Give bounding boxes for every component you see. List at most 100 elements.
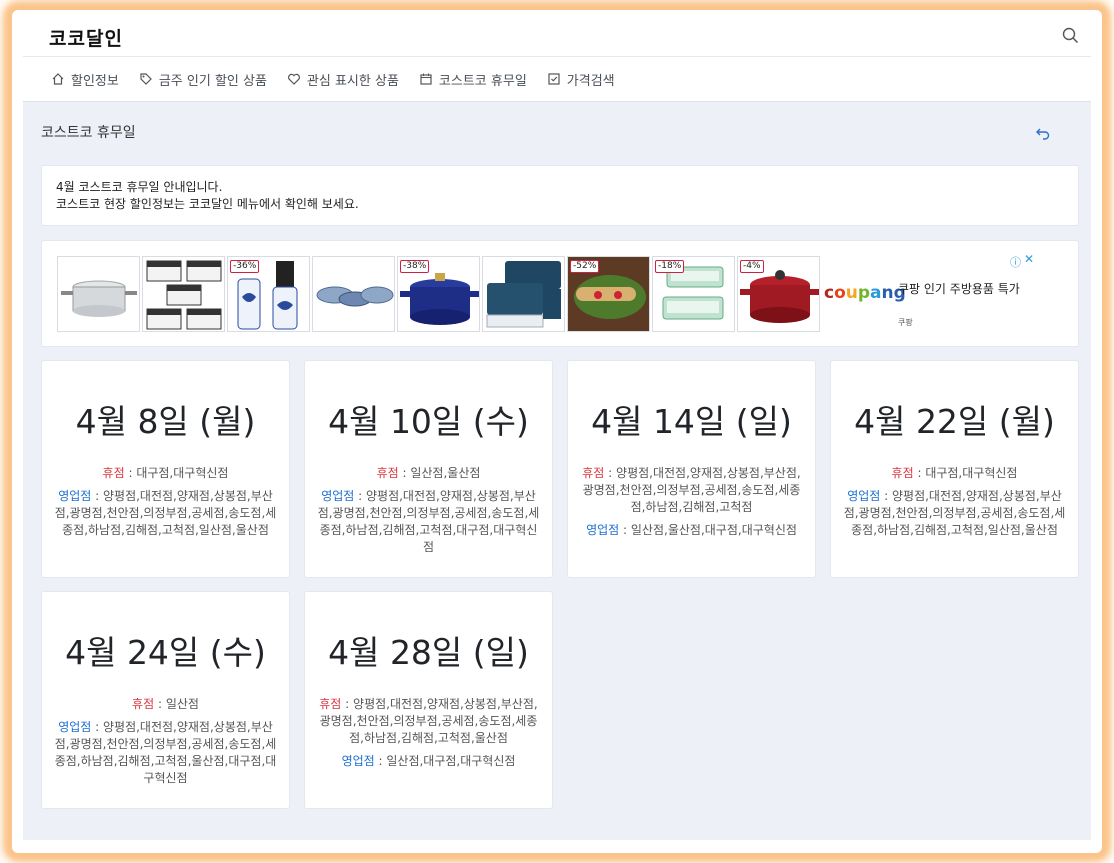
closed-list: 양평점,대전점,양재점,상봉점,부산점,광명점,천안점,의정부점,공세점,송도점…: [582, 466, 801, 514]
separator: :: [880, 489, 892, 503]
page-title: 코스트코 휴무일: [41, 125, 136, 141]
open-label: 영업점: [341, 754, 375, 768]
closed-label: 휴점: [582, 466, 605, 480]
discount-badge: -38%: [400, 260, 430, 273]
holiday-card: 4월 10일 (수) 휴점 : 일산점,울산점 영업점 : 양평점,대전점,양재…: [304, 360, 553, 578]
separator: :: [91, 720, 103, 734]
discount-badge: -36%: [230, 260, 260, 273]
ad-close-icon[interactable]: ✕: [1024, 252, 1034, 266]
closed-list: 일산점: [165, 697, 199, 711]
closed-label: 휴점: [132, 697, 155, 711]
open-label: 영업점: [847, 489, 881, 503]
closed-stores: 휴점 : 일산점: [42, 696, 289, 713]
ad-product-navy-bins[interactable]: [482, 256, 565, 332]
ad-product-food-platter[interactable]: -52%: [567, 256, 650, 332]
search-icon[interactable]: [1061, 26, 1081, 46]
holiday-card: 4월 22일 (월) 휴점 : 대구점,대구혁신점 영업점 : 양평점,대전점,…: [830, 360, 1079, 578]
nav-item-price-search[interactable]: 가격검색: [547, 70, 615, 89]
logo[interactable]: 코코달인: [49, 24, 123, 51]
nav-item-favorites[interactable]: 관심 표시한 상품: [287, 70, 399, 89]
home-icon: [52, 73, 64, 85]
closed-list: 양평점,대전점,양재점,상봉점,부산점,광명점,천안점,의정부점,공세점,송도점…: [319, 697, 538, 745]
separator: :: [604, 466, 617, 480]
open-stores: 영업점 : 양평점,대전점,양재점,상봉점,부산점,광명점,천안점,의정부점,공…: [42, 719, 289, 787]
separator: :: [374, 754, 387, 768]
closed-stores: 휴점 : 일산점,울산점: [305, 465, 552, 482]
holiday-date: 4월 28일 (일): [328, 633, 529, 672]
heart-icon: [287, 73, 300, 85]
separator: :: [913, 466, 926, 480]
separator: :: [124, 466, 137, 480]
holiday-card: 4월 24일 (수) 휴점 : 일산점 영업점 : 양평점,대전점,양재점,상봉…: [41, 591, 290, 809]
notice-line-2: 코스트코 현장 할인정보는 코코달인 메뉴에서 확인해 보세요.: [56, 197, 359, 211]
open-stores: 영업점 : 양평점,대전점,양재점,상봉점,부산점,광명점,천안점,의정부점,공…: [42, 488, 289, 539]
open-label: 영업점: [58, 489, 92, 503]
ad-headline[interactable]: 쿠팡 인기 주방용품 특가: [898, 280, 1020, 297]
closed-label: 휴점: [319, 697, 342, 711]
ad-info-icon[interactable]: ⓘ: [1010, 254, 1021, 270]
separator: :: [341, 697, 354, 711]
main-nav: 할인정보 금주 인기 할인 상품 관심 표시한 상품 코스트코 휴무일 가격검색: [23, 56, 1091, 102]
holiday-card: 4월 28일 (일) 휴점 : 양평점,대전점,양재점,상봉점,부산점,광명점,…: [304, 591, 553, 809]
checkbox-icon: [548, 73, 560, 85]
separator: :: [619, 523, 631, 537]
open-stores: 영업점 : 일산점,울산점,대구점,대구혁신점: [568, 522, 815, 539]
separator: :: [398, 466, 411, 480]
closed-stores: 휴점 : 양평점,대전점,양재점,상봉점,부산점,광명점,천안점,의정부점,공세…: [305, 696, 552, 747]
discount-badge: -52%: [570, 260, 600, 273]
tag-icon: [140, 73, 152, 85]
ad-sub: 쿠팡: [898, 318, 913, 327]
open-list: 일산점,대구점,대구혁신점: [386, 754, 516, 768]
closed-stores: 휴점 : 대구점,대구혁신점: [42, 465, 289, 482]
open-stores: 영업점 : 양평점,대전점,양재점,상봉점,부산점,광명점,천안점,의정부점,공…: [305, 488, 552, 556]
open-stores: 영업점 : 양평점,대전점,양재점,상봉점,부산점,광명점,천안점,의정부점,공…: [831, 488, 1078, 539]
coupang-logo[interactable]: coupang: [824, 283, 906, 303]
ad-product-blue-dutch-oven[interactable]: -38%: [397, 256, 480, 332]
open-stores: 영업점 : 일산점,대구점,대구혁신점: [305, 753, 552, 770]
ad-product-list: -36% -38% -52% -18% -4%: [57, 256, 822, 332]
holiday-date: 4월 10일 (수): [328, 402, 529, 441]
separator: :: [154, 697, 166, 711]
nav-item-discounts[interactable]: 할인정보: [51, 70, 119, 89]
holiday-card: 4월 8일 (월) 휴점 : 대구점,대구혁신점 영업점 : 양평점,대전점,양…: [41, 360, 290, 578]
ad-product-storage-containers[interactable]: [142, 256, 225, 332]
separator: :: [354, 489, 366, 503]
closed-stores: 휴점 : 양평점,대전점,양재점,상봉점,부산점,광명점,천안점,의정부점,공세…: [568, 465, 815, 516]
holiday-date: 4월 14일 (일): [591, 402, 792, 441]
nav-item-popular[interactable]: 금주 인기 할인 상품: [139, 70, 267, 89]
holiday-date: 4월 8일 (월): [75, 402, 256, 441]
nav-label: 관심 표시한 상품: [306, 73, 399, 89]
holiday-date: 4월 24일 (수): [65, 633, 266, 672]
closed-list: 대구점,대구혁신점: [136, 466, 229, 480]
nav-label: 할인정보: [71, 73, 119, 89]
closed-stores: 휴점 : 대구점,대구혁신점: [831, 465, 1078, 482]
site: 코코달인 할인정보 금주 인기 할인 상품 관심 표시한 상품 코스트코 휴무일…: [23, 22, 1091, 840]
ad-product-pepper-grinders[interactable]: -36%: [227, 256, 310, 332]
calendar-icon: [420, 73, 432, 85]
nav-label: 가격검색: [566, 73, 615, 89]
back-arrow-icon[interactable]: [1035, 125, 1051, 141]
open-label: 영업점: [58, 720, 92, 734]
nav-label: 코스트코 휴무일: [438, 73, 527, 89]
open-list: 일산점,울산점,대구점,대구혁신점: [630, 523, 797, 537]
discount-badge: -18%: [655, 260, 685, 273]
holiday-card: 4월 14일 (일) 휴점 : 양평점,대전점,양재점,상봉점,부산점,광명점,…: [567, 360, 816, 578]
notice-box: 4월 코스트코 휴무일 안내입니다. 코스트코 현장 할인정보는 코코달인 메뉴…: [41, 165, 1079, 226]
ad-product-stainless-pot[interactable]: [57, 256, 140, 332]
separator: :: [91, 489, 103, 503]
closed-label: 휴점: [376, 466, 399, 480]
closed-label: 휴점: [102, 466, 125, 480]
ad-product-ceramic-dishes[interactable]: [312, 256, 395, 332]
discount-badge: -4%: [740, 260, 764, 273]
closed-label: 휴점: [891, 466, 914, 480]
ad-product-red-dutch-oven[interactable]: -4%: [737, 256, 820, 332]
closed-list: 대구점,대구혁신점: [925, 466, 1018, 480]
holiday-date: 4월 22일 (월): [854, 402, 1055, 441]
ad-banner: -36% -38% -52% -18% -4% coupang 쿠팡 인기 주방…: [41, 240, 1079, 347]
nav-item-holidays[interactable]: 코스트코 휴무일: [419, 70, 527, 89]
open-label: 영업점: [586, 523, 620, 537]
ad-product-mint-containers[interactable]: -18%: [652, 256, 735, 332]
notice-line-1: 4월 코스트코 휴무일 안내입니다.: [56, 180, 223, 194]
open-label: 영업점: [321, 489, 355, 503]
nav-label: 금주 인기 할인 상품: [158, 73, 267, 89]
